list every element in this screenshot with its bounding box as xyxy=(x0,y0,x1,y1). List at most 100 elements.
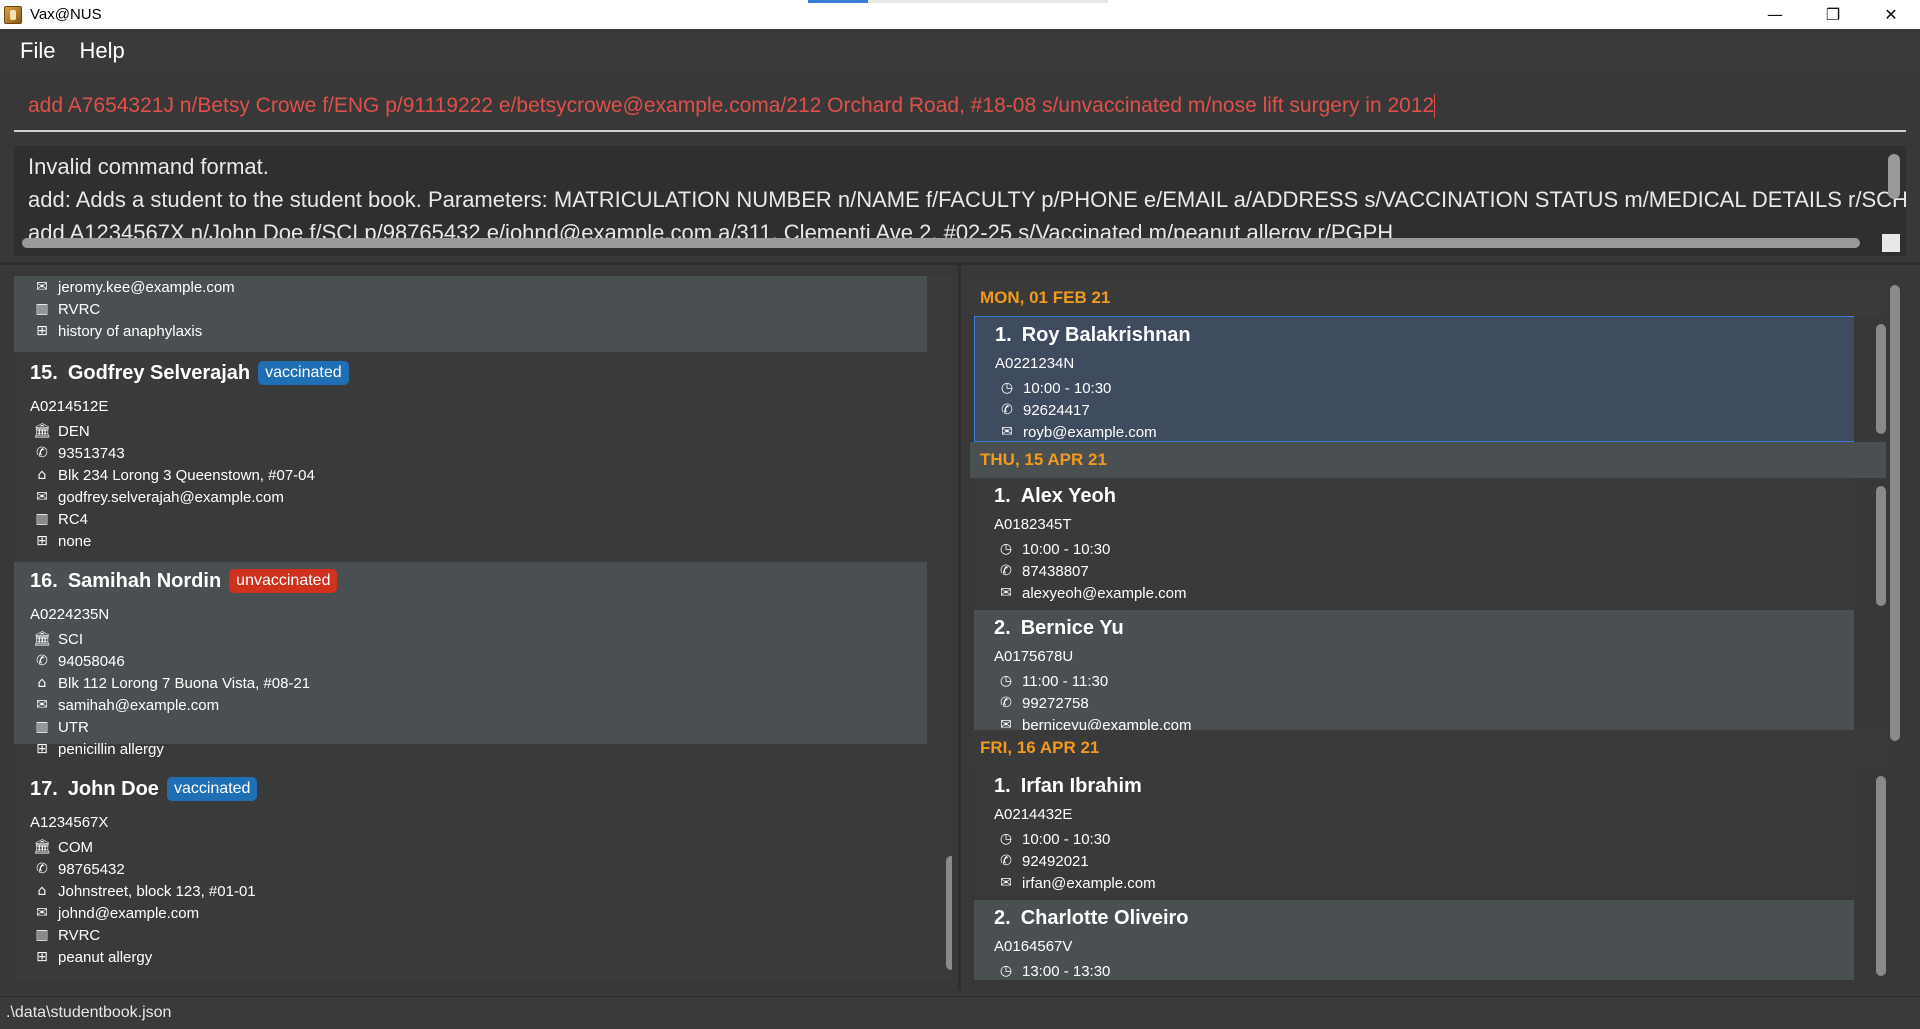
appointment-phone: 99272758 xyxy=(1022,694,1089,712)
student-medical: history of anaphylaxis xyxy=(58,322,203,340)
app-icon xyxy=(4,5,22,24)
student-residence: UTR xyxy=(58,718,89,736)
building-icon: ▥ xyxy=(35,511,49,527)
envelope-icon: ✉ xyxy=(1000,717,1012,730)
maximize-button[interactable]: ❐ xyxy=(1804,0,1862,29)
appointment-matric: A0175678U xyxy=(994,648,1074,665)
appointment-group[interactable]: 1. Roy Balakrishnan A0221234N ◷ 10:00 - 10… xyxy=(974,316,1854,442)
student-address: Blk 234 Lorong 3 Queenstown, #07-04 xyxy=(58,466,315,484)
clock-icon: ◷ xyxy=(999,963,1013,979)
status-badge: unvaccinated xyxy=(229,569,338,593)
medical-file-icon: ⊞ xyxy=(36,949,48,965)
faculty-icon: 🏛 xyxy=(33,423,51,439)
menu-help[interactable]: Help xyxy=(79,38,124,64)
appointment-card[interactable]: 1. Irfan Ibrahim A0214432E ◷ 10:00 - 10:30… xyxy=(974,768,1854,896)
appointment-card[interactable]: 1. Roy Balakrishnan A0221234N ◷ 10:00 - 10… xyxy=(974,316,1854,442)
menu-file[interactable]: File xyxy=(20,38,55,64)
envelope-icon: ✉ xyxy=(1000,585,1012,601)
appointment-matric: A0214432E xyxy=(994,806,1073,823)
phone-icon: ✆ xyxy=(1000,695,1012,711)
student-list-panel[interactable]: ✉ jeromy.kee@example.com ▥ RVRC ⊞ history o… xyxy=(14,276,952,980)
appointment-index: 1. xyxy=(995,324,1012,346)
student-phone: 98765432 xyxy=(58,860,125,878)
medical-row: ⊞ history of anaphylaxis xyxy=(30,320,927,342)
student-phone: 94058046 xyxy=(58,652,125,670)
result-line-2: add: Adds a student to the student book.… xyxy=(28,187,1906,212)
phone-icon: ✆ xyxy=(36,861,48,877)
student-medical: penicillin allergy xyxy=(58,740,164,758)
title-bar: Vax@NUS — ❐ ✕ xyxy=(0,0,1920,29)
envelope-icon: ✉ xyxy=(1000,875,1012,891)
student-list-scrollbar[interactable] xyxy=(946,856,952,970)
phone-icon: ✆ xyxy=(36,653,48,669)
appointment-name: Bernice Yu xyxy=(1020,617,1124,639)
close-button[interactable]: ✕ xyxy=(1862,0,1920,29)
appointment-panel-scrollbar[interactable] xyxy=(1890,285,1900,741)
envelope-icon: ✉ xyxy=(36,489,48,505)
appointment-phone: 87438807 xyxy=(1022,562,1089,580)
group-scrollbar[interactable] xyxy=(1876,324,1886,434)
student-card[interactable]: 15. Godfrey Selverajah vaccinated A02145… xyxy=(14,354,927,550)
command-box[interactable]: add A7654321J n/Betsy Crowe f/ENG p/9111… xyxy=(14,82,1906,132)
clock-icon: ◷ xyxy=(999,541,1013,557)
student-card[interactable]: 17. John Doe vaccinated A1234567X 🏛 COM ✆… xyxy=(14,770,927,966)
home-icon: ⌂ xyxy=(37,883,47,899)
appointment-email: royb@example.com xyxy=(1023,423,1157,441)
faculty-icon: 🏛 xyxy=(33,839,51,855)
student-email: samihah@example.com xyxy=(58,696,220,714)
scroll-corner xyxy=(1882,234,1900,252)
student-matric: A0214512E xyxy=(30,398,109,415)
group-scrollbar[interactable] xyxy=(1876,776,1886,976)
appointment-group[interactable]: 1. Alex Yeoh A0182345T ◷ 10:00 - 10:30 ✆ 87… xyxy=(974,478,1854,730)
student-residence: RVRC xyxy=(58,926,101,944)
student-name: Samihah Nordin xyxy=(67,569,222,592)
appointment-time: 10:00 - 10:30 xyxy=(1023,379,1112,397)
result-display[interactable]: Invalid command format. add: Adds a stud… xyxy=(14,146,1906,256)
appointment-matric: A0182345T xyxy=(994,516,1072,533)
faculty-icon: 🏛 xyxy=(33,631,51,647)
group-scrollbar[interactable] xyxy=(1876,486,1886,606)
window-title: Vax@NUS xyxy=(30,6,102,23)
student-matric: A0224235N xyxy=(30,606,110,623)
envelope-icon: ✉ xyxy=(36,697,48,713)
command-input[interactable]: add A7654321J n/Betsy Crowe f/ENG p/9111… xyxy=(28,94,1434,118)
student-phone: 93513743 xyxy=(58,444,125,462)
result-horizontal-scrollbar[interactable] xyxy=(22,238,1860,248)
minimize-button[interactable]: — xyxy=(1746,0,1804,29)
student-faculty: COM xyxy=(58,838,93,856)
student-email: godfrey.selverajah@example.com xyxy=(58,488,284,506)
envelope-icon: ✉ xyxy=(1001,424,1013,440)
appointment-card[interactable]: 2. Charlotte Oliveiro A0164567V ◷ 13:00 - … xyxy=(974,900,1854,980)
appointment-card[interactable]: 1. Alex Yeoh A0182345T ◷ 10:00 - 10:30 ✆ 87… xyxy=(974,478,1854,606)
student-name: Godfrey Selverajah xyxy=(67,361,251,384)
appointment-index: 1. xyxy=(994,775,1011,797)
student-card[interactable]: ✉ jeromy.kee@example.com ▥ RVRC ⊞ history o… xyxy=(14,276,927,352)
appointment-time: 13:00 - 13:30 xyxy=(1022,962,1111,980)
building-icon: ▥ xyxy=(35,719,49,735)
student-faculty: DEN xyxy=(58,422,90,440)
appointment-card[interactable]: 2. Bernice Yu A0175678U ◷ 11:00 - 11:30 ✆ 9… xyxy=(974,610,1854,730)
phone-icon: ✆ xyxy=(1000,563,1012,579)
save-file-path: .\data\studentbook.json xyxy=(6,1004,172,1021)
status-badge: vaccinated xyxy=(258,361,349,385)
clock-icon: ◷ xyxy=(1000,380,1014,396)
result-vertical-scrollbar[interactable] xyxy=(1888,154,1900,199)
appointment-name: Charlotte Oliveiro xyxy=(1020,907,1189,929)
taskbar-accent xyxy=(808,0,868,3)
taskbar-accent-strip xyxy=(868,0,1108,3)
appointment-email: alexyeoh@example.com xyxy=(1022,584,1187,602)
appointment-group[interactable]: 1. Irfan Ibrahim A0214432E ◷ 10:00 - 10:30… xyxy=(974,768,1854,980)
vertical-divider[interactable] xyxy=(958,265,961,990)
student-address: Blk 112 Lorong 7 Buona Vista, #08-21 xyxy=(58,674,311,692)
student-residence: RC4 xyxy=(58,510,89,528)
envelope-icon: ✉ xyxy=(36,279,48,295)
home-icon: ⌂ xyxy=(37,675,47,691)
envelope-icon: ✉ xyxy=(36,905,48,921)
student-card[interactable]: 16. Samihah Nordin unvaccinated A0224235… xyxy=(14,562,927,758)
appointment-panel[interactable]: MON, 01 FEB 21 1. Roy Balakrishnan A02212… xyxy=(970,280,1890,980)
student-residence: RVRC xyxy=(58,300,101,318)
clock-icon: ◷ xyxy=(999,831,1013,847)
appointment-time: 11:00 - 11:30 xyxy=(1022,672,1109,690)
student-address: Johnstreet, block 123, #01-01 xyxy=(58,882,256,900)
student-matric: A1234567X xyxy=(30,814,109,831)
